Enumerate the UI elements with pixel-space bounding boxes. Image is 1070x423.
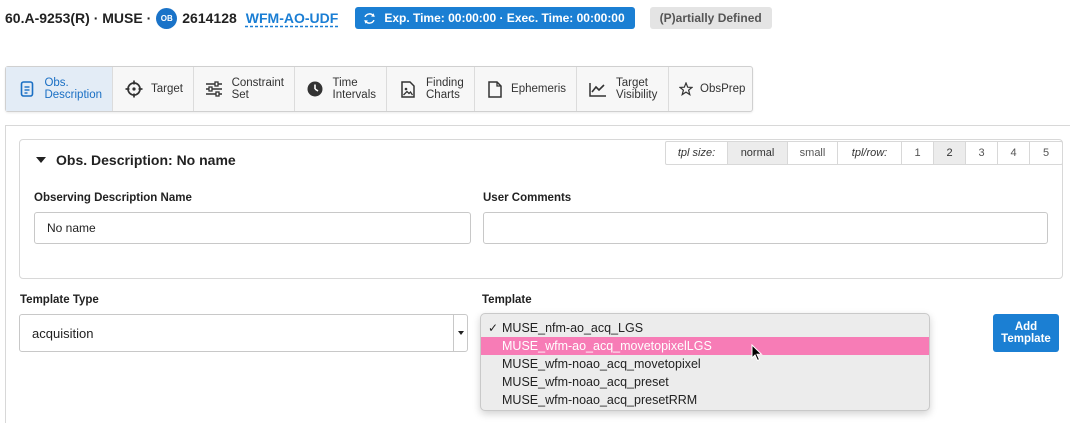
tpl-row-5[interactable]: 5 <box>1030 142 1062 164</box>
tab-target[interactable]: Target <box>113 67 194 111</box>
tab-label: Obs. Description <box>44 77 102 101</box>
tab-label: ObsPrep <box>700 83 746 95</box>
image-file-icon <box>397 80 419 98</box>
ob-header: 60.A-9253(R) · MUSE · OB 2614128 WFM-AO-… <box>5 6 772 30</box>
tab-time-intervals[interactable]: Time Intervals <box>295 67 387 111</box>
ob-run-id: 60.A-9253(R) · MUSE · <box>5 10 152 26</box>
tpl-row-3[interactable]: 3 <box>966 142 998 164</box>
tab-label: Ephemeris <box>511 83 566 95</box>
status-badge: (P)artially Defined <box>649 7 772 29</box>
check-icon: ✓ <box>488 321 499 335</box>
exec-time-button[interactable]: Exp. Time: 00:00:00 · Exec. Time: 00:00:… <box>355 7 635 29</box>
template-dropdown[interactable]: ✓ MUSE_nfm-ao_acq_LGS MUSE_wfm-ao_acq_mo… <box>480 313 930 411</box>
template-layout-bar: tpl size: normal small tpl/row: 1 2 3 4 … <box>665 141 1063 165</box>
template-option-label: MUSE_wfm-noao_acq_presetRRM <box>502 393 698 407</box>
template-type-value: acquisition <box>32 325 94 341</box>
tab-ephemeris[interactable]: Ephemeris <box>475 67 577 111</box>
file-icon <box>485 80 504 98</box>
tpl-row-2[interactable]: 2 <box>934 142 966 164</box>
template-type-select[interactable]: acquisition <box>19 314 468 352</box>
name-label: Observing Description Name <box>34 192 192 204</box>
document-icon <box>16 81 37 97</box>
tpl-row-4[interactable]: 4 <box>998 142 1030 164</box>
sliders-icon <box>204 81 225 97</box>
name-input[interactable]: No name <box>34 212 471 244</box>
tab-obsprep[interactable]: ObsPrep <box>669 67 752 111</box>
crosshair-icon <box>123 80 144 98</box>
template-option-label: MUSE_nfm-ao_acq_LGS <box>502 321 644 335</box>
tab-finding-charts[interactable]: Finding Charts <box>387 67 475 111</box>
tpl-row-label: tpl/row: <box>838 142 902 164</box>
star-icon <box>679 82 693 96</box>
comments-input[interactable] <box>483 212 1048 244</box>
template-option-label: MUSE_wfm-noao_acq_preset <box>502 375 669 389</box>
template-label: Template <box>482 294 532 306</box>
template-option-label: MUSE_wfm-noao_acq_movetopixel <box>502 357 701 371</box>
mouse-pointer-icon <box>751 344 763 362</box>
tab-constraint-set[interactable]: Constraint Set <box>194 67 295 111</box>
refresh-icon <box>364 12 376 24</box>
template-option[interactable]: ✓ MUSE_nfm-ao_acq_LGS <box>481 319 929 337</box>
tab-label: Target <box>151 83 183 95</box>
panel-title[interactable]: Obs. Description: No name <box>36 152 236 168</box>
tab-label: Constraint Set <box>231 77 284 101</box>
exec-time-text: Exp. Time: 00:00:00 · Exec. Time: 00:00:… <box>384 11 625 25</box>
collapse-triangle-icon[interactable] <box>36 157 46 163</box>
clock-icon <box>305 81 326 97</box>
tab-obs-description[interactable]: Obs. Description <box>6 67 113 111</box>
template-type-label: Template Type <box>20 294 99 306</box>
tpl-size-normal[interactable]: normal <box>728 142 788 164</box>
ob-name-link[interactable]: WFM-AO-UDF <box>246 10 339 26</box>
template-option[interactable]: MUSE_wfm-noao_acq_preset <box>481 373 929 391</box>
tpl-size-small[interactable]: small <box>788 142 838 164</box>
template-option-highlighted[interactable]: MUSE_wfm-ao_acq_movetopixelLGS <box>481 337 929 355</box>
ob-number: 2614128 <box>182 10 237 26</box>
chevron-down-icon[interactable] <box>453 315 467 351</box>
tab-label: Target Visibility <box>616 77 658 101</box>
template-option-label: MUSE_wfm-ao_acq_movetopixelLGS <box>502 339 712 353</box>
tab-target-visibility[interactable]: Target Visibility <box>577 67 669 111</box>
add-template-button[interactable]: Add Template <box>993 314 1059 352</box>
ob-tabs: Obs. Description Target Constraint Set T… <box>5 66 753 112</box>
tab-label: Time Intervals <box>332 77 376 101</box>
template-option[interactable]: MUSE_wfm-noao_acq_movetopixel <box>481 355 929 373</box>
line-chart-icon <box>587 82 609 97</box>
ob-badge: OB <box>156 7 178 29</box>
tab-label: Finding Charts <box>426 77 464 101</box>
panel-title-text: Obs. Description: No name <box>56 152 236 168</box>
tpl-size-label: tpl size: <box>666 142 728 164</box>
comments-label: User Comments <box>483 192 572 204</box>
template-option[interactable]: MUSE_wfm-noao_acq_presetRRM <box>481 391 929 409</box>
tpl-row-1[interactable]: 1 <box>902 142 934 164</box>
